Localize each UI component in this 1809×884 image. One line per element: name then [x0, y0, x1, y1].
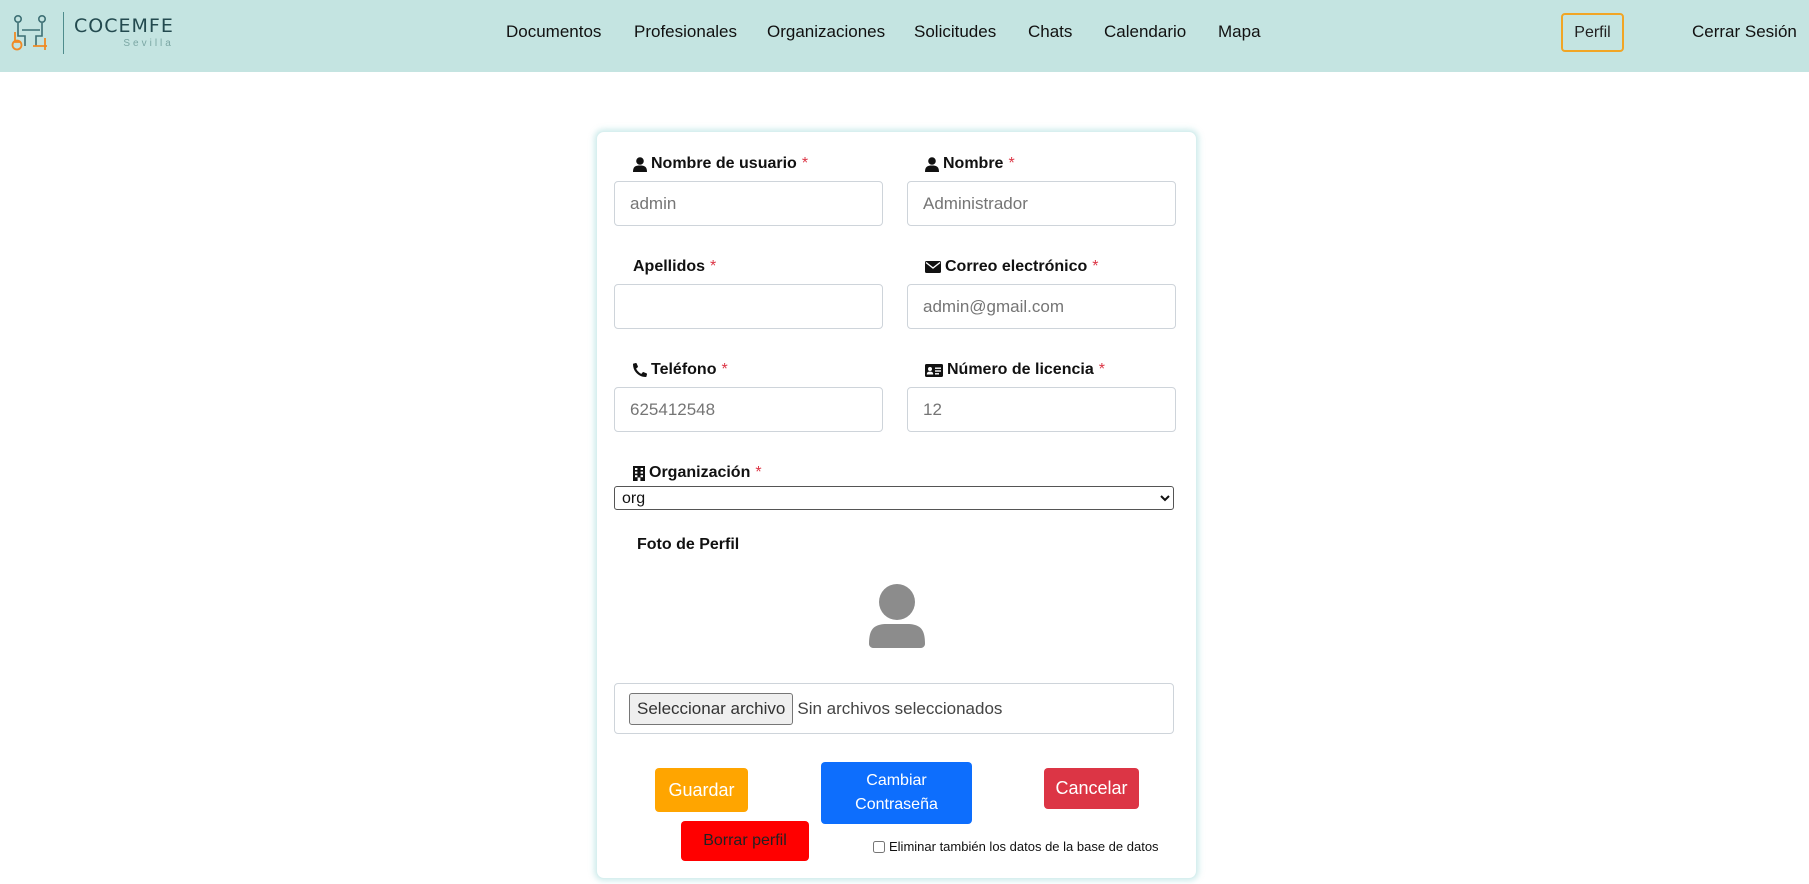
building-icon — [633, 465, 645, 481]
first-name-label-text: Nombre — [943, 155, 1004, 172]
also-delete-data-label: Eliminar también los datos de la base de… — [889, 839, 1159, 854]
required-mark: * — [755, 464, 762, 481]
delete-profile-button[interactable]: Borrar perfil — [681, 821, 809, 861]
photo-label: Foto de Perfil — [637, 535, 739, 555]
profile-button[interactable]: Perfil — [1561, 13, 1624, 52]
last-name-label-text: Apellidos — [633, 258, 706, 275]
user-icon — [633, 156, 647, 172]
first-name-input[interactable] — [907, 181, 1176, 226]
email-input[interactable] — [907, 284, 1176, 329]
organization-label-text: Organización — [649, 464, 751, 481]
user-icon — [925, 156, 939, 172]
phone-label: Teléfono * — [633, 360, 728, 380]
required-mark: * — [710, 258, 717, 275]
logo-text: COCEMFE Sevilla — [74, 15, 174, 51]
nav-profesionales[interactable]: Profesionales — [634, 22, 737, 42]
avatar-placeholder-icon — [869, 584, 925, 648]
required-mark: * — [721, 361, 728, 378]
last-name-label: Apellidos * — [633, 257, 716, 277]
logo-divider — [63, 12, 64, 54]
also-delete-data-option[interactable]: Eliminar también los datos de la base de… — [873, 839, 1159, 854]
envelope-icon — [925, 261, 941, 273]
nav-organizaciones[interactable]: Organizaciones — [767, 22, 885, 42]
save-button[interactable]: Guardar — [655, 768, 748, 812]
username-label: Nombre de usuario * — [633, 154, 808, 174]
change-password-button[interactable]: Cambiar Contraseña — [821, 762, 972, 824]
logo-icon — [11, 14, 47, 51]
nav-documentos[interactable]: Documentos — [506, 22, 601, 42]
organization-select[interactable]: org — [614, 486, 1174, 510]
last-name-input[interactable] — [614, 284, 883, 329]
phone-input[interactable] — [614, 387, 883, 432]
nav-chats[interactable]: Chats — [1028, 22, 1072, 42]
license-input[interactable] — [907, 387, 1176, 432]
photo-file-input[interactable]: Seleccionar archivo Sin archivos selecci… — [614, 683, 1174, 734]
photo-label-text: Foto de Perfil — [637, 536, 740, 553]
choose-file-button[interactable]: Seleccionar archivo — [629, 692, 794, 725]
top-navbar: COCEMFE Sevilla Documentos Profesionales… — [0, 0, 1809, 72]
nav-mapa[interactable]: Mapa — [1218, 22, 1261, 42]
logo-subtitle: Sevilla — [123, 38, 174, 49]
required-mark: * — [1092, 258, 1099, 275]
email-label: Correo electrónico * — [925, 257, 1099, 277]
username-input[interactable] — [614, 181, 883, 226]
file-status-text: Sin archivos seleccionados — [797, 698, 1003, 718]
required-mark: * — [1098, 361, 1105, 378]
also-delete-data-checkbox[interactable] — [873, 840, 885, 853]
phone-icon — [633, 363, 647, 377]
logout-link[interactable]: Cerrar Sesión — [1692, 22, 1797, 42]
nav-solicitudes[interactable]: Solicitudes — [914, 22, 996, 42]
phone-label-text: Teléfono — [651, 361, 717, 378]
license-label: Número de licencia * — [925, 360, 1105, 380]
license-label-text: Número de licencia — [947, 361, 1094, 378]
id-card-icon — [925, 363, 943, 377]
profile-form-card: Nombre de usuario * Nombre * Apellidos *… — [596, 131, 1197, 879]
logo[interactable]: COCEMFE Sevilla — [9, 12, 174, 54]
username-label-text: Nombre de usuario — [651, 155, 797, 172]
logo-name: COCEMFE — [74, 15, 174, 37]
required-mark: * — [1008, 155, 1015, 172]
nav-calendario[interactable]: Calendario — [1104, 22, 1186, 42]
first-name-label: Nombre * — [925, 154, 1015, 174]
required-mark: * — [801, 155, 809, 172]
email-label-text: Correo electrónico — [945, 258, 1088, 275]
organization-label: Organización * — [633, 463, 762, 483]
cancel-button[interactable]: Cancelar — [1044, 768, 1139, 809]
